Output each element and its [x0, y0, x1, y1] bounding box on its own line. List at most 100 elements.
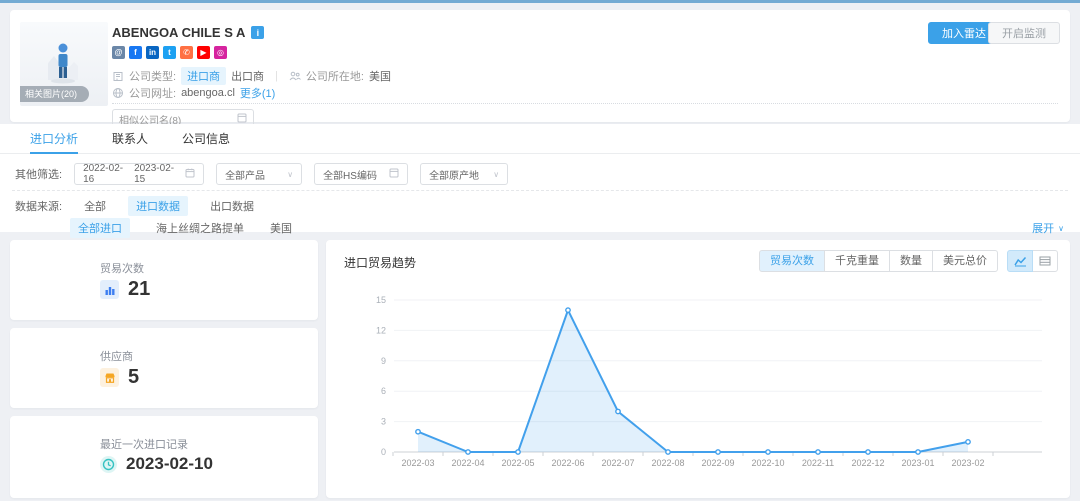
data-point: [816, 450, 820, 454]
x-tick-label: 2023-01: [901, 458, 934, 468]
y-tick-label: 0: [381, 447, 386, 457]
table-view-toggle-icon[interactable]: [1032, 250, 1058, 272]
filter-row: 其他筛选: 2022-02-16 2023-02-15 全部产品 ∨ 全部HS编…: [15, 163, 508, 185]
suppliers-label: 供应商: [100, 348, 133, 364]
divider: |: [275, 70, 278, 82]
twitter-icon[interactable]: t: [163, 46, 176, 59]
y-tick-label: 12: [376, 325, 386, 335]
website-more-link[interactable]: 更多(1): [240, 85, 275, 101]
sub-source-usa[interactable]: 美国: [270, 220, 292, 236]
data-point: [516, 450, 520, 454]
chart-toolbar: 贸易次数 千克重量 数量 美元总价: [759, 250, 1058, 272]
chevron-down-icon: ∨: [287, 170, 293, 179]
instagram-icon[interactable]: ◎: [214, 46, 227, 59]
product-select-value: 全部产品: [225, 167, 265, 182]
import-trend-chart[interactable]: 036912152022-032022-042022-052022-062022…: [326, 276, 1070, 494]
page: 相关图片(20) ABENGOA CHILE S A i @ fint ✆ ▶ ◎ 公司…: [0, 0, 1080, 501]
last-import-value: 2023-02-10: [126, 454, 213, 474]
chart-title: 进口贸易趋势: [344, 254, 416, 271]
data-point: [916, 450, 920, 454]
suppliers-value: 5: [128, 366, 139, 389]
x-tick-label: 2022-05: [501, 458, 534, 468]
location-label: 公司所在地:: [306, 68, 364, 84]
person-illustration: [48, 40, 78, 86]
data-source-sub-row: 全部进口 海上丝绸之路提单 美国: [70, 218, 292, 238]
location-icon: [289, 70, 301, 82]
metric-weight-kg[interactable]: 千克重量: [824, 250, 890, 272]
phone-icon[interactable]: ✆: [180, 46, 193, 59]
location-value: 美国: [369, 68, 391, 84]
y-tick-label: 9: [381, 356, 386, 366]
website-label: 公司网址:: [129, 85, 176, 101]
x-tick-label: 2022-03: [401, 458, 434, 468]
metric-usd-total[interactable]: 美元总价: [932, 250, 998, 272]
import-trend-card: 进口贸易趋势 贸易次数 千克重量 数量 美元总价 036912152022-03…: [326, 240, 1070, 498]
company-name: ABENGOA CHILE S A: [112, 25, 245, 40]
linkedin-icon[interactable]: in: [146, 46, 159, 59]
website-icon: [112, 87, 124, 99]
company-type-label: 公司类型:: [129, 68, 176, 84]
suppliers-card: 供应商 5: [10, 328, 318, 408]
tab-contacts[interactable]: 联系人: [112, 124, 148, 154]
y-tick-label: 6: [381, 386, 386, 396]
blog-icon[interactable]: @: [112, 46, 125, 59]
x-tick-label: 2022-12: [851, 458, 884, 468]
company-badge-icon[interactable]: i: [251, 26, 264, 39]
date-range-picker[interactable]: 2022-02-16 2023-02-15: [74, 163, 204, 185]
data-source-row: 数据来源: 全部 进口数据 出口数据: [15, 196, 254, 216]
chevron-down-icon: ∨: [1058, 224, 1064, 233]
shop-icon: [100, 368, 119, 387]
bar-chart-icon: [100, 280, 119, 299]
tab-import-analysis[interactable]: 进口分析: [30, 124, 78, 154]
date-end: 2023-02-15: [134, 163, 177, 185]
youtube-icon[interactable]: ▶: [197, 46, 210, 59]
metric-quantity[interactable]: 数量: [889, 250, 933, 272]
source-import-data[interactable]: 进口数据: [128, 196, 188, 216]
hs-code-value: 全部HS编码: [323, 167, 377, 182]
photo-caption[interactable]: 相关图片(20): [20, 86, 89, 102]
trend-line: [418, 310, 968, 452]
exporter-tag[interactable]: 出口商: [231, 68, 264, 84]
x-tick-label: 2022-06: [551, 458, 584, 468]
expand-link[interactable]: 展开 ∨: [1032, 220, 1064, 236]
source-all[interactable]: 全部: [84, 198, 106, 214]
last-import-label: 最近一次进口记录: [100, 436, 188, 452]
hs-code-select[interactable]: 全部HS编码: [314, 163, 408, 185]
social-icons-row: @ fint ✆ ▶ ◎: [112, 46, 227, 59]
expand-label: 展开: [1032, 220, 1054, 236]
x-tick-label: 2022-08: [651, 458, 684, 468]
data-point: [716, 450, 720, 454]
data-point: [466, 450, 470, 454]
x-tick-label: 2022-09: [701, 458, 734, 468]
data-point: [766, 450, 770, 454]
importer-tag[interactable]: 进口商: [181, 67, 226, 85]
data-point: [566, 308, 570, 312]
source-export-data[interactable]: 出口数据: [210, 198, 254, 214]
analysis-band: 进口分析 联系人 公司信息 其他筛选: 2022-02-16 2023-02-1…: [0, 124, 1080, 232]
dashed-separator: [12, 190, 1068, 191]
last-import-card: 最近一次进口记录 2023-02-10: [10, 416, 318, 498]
line-chart-toggle-icon[interactable]: [1007, 250, 1033, 272]
x-tick-label: 2022-04: [451, 458, 484, 468]
sub-source-silk-road[interactable]: 海上丝绸之路提单: [156, 220, 244, 236]
sub-source-all-import[interactable]: 全部进口: [70, 218, 130, 238]
date-start: 2022-02-16: [83, 163, 126, 185]
x-tick-label: 2022-10: [751, 458, 784, 468]
trade-count-value: 21: [128, 278, 150, 301]
trade-count-label: 贸易次数: [100, 260, 144, 276]
data-point: [416, 430, 420, 434]
company-photo[interactable]: 相关图片(20): [20, 22, 108, 106]
metric-trade-count[interactable]: 贸易次数: [759, 250, 825, 272]
data-point: [616, 409, 620, 413]
trade-count-card: 贸易次数 21: [10, 240, 318, 320]
origin-select-value: 全部原产地: [429, 167, 479, 182]
facebook-icon[interactable]: f: [129, 46, 142, 59]
website-value[interactable]: abengoa.cl: [181, 87, 235, 99]
product-select[interactable]: 全部产品 ∨: [216, 163, 302, 185]
tab-company-info[interactable]: 公司信息: [182, 124, 230, 154]
filter-label: 其他筛选:: [15, 166, 62, 182]
company-header-card: 相关图片(20) ABENGOA CHILE S A i @ fint ✆ ▶ ◎ 公司…: [10, 10, 1070, 122]
data-point: [966, 440, 970, 444]
start-monitor-button[interactable]: 开启监测: [988, 22, 1060, 44]
origin-select[interactable]: 全部原产地 ∨: [420, 163, 508, 185]
